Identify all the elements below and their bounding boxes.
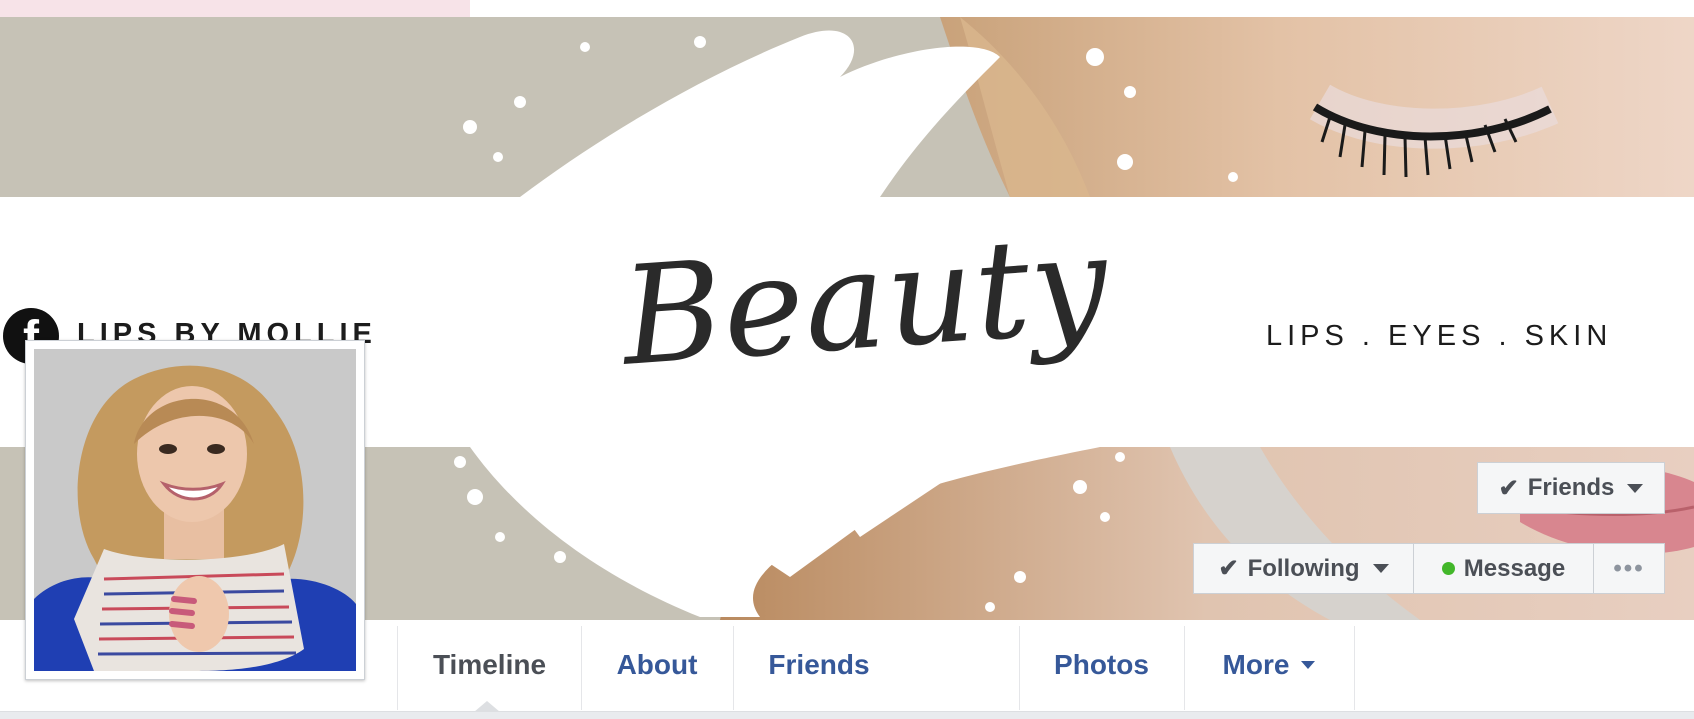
tab-friends[interactable]: Friends: [734, 620, 904, 710]
check-icon: ✔: [1218, 555, 1239, 582]
friends-button-label: Friends: [1527, 474, 1615, 501]
chevron-down-icon: [1301, 661, 1316, 669]
tab-friends-label: Friends: [768, 649, 870, 680]
tab-about[interactable]: About: [582, 620, 732, 710]
tab-photos-label: Photos: [1054, 649, 1149, 680]
tab-more[interactable]: More: [1185, 620, 1353, 710]
top-strip: [0, 0, 470, 17]
chevron-down-icon: [1627, 483, 1644, 493]
tab-more-label: More: [1222, 649, 1290, 680]
cover-tagline: LIPS . EYES . SKIN: [1266, 320, 1613, 352]
message-button-label: Message: [1463, 554, 1566, 582]
cover-title: Beauty: [617, 205, 1114, 397]
tab-about-label: About: [616, 649, 698, 680]
tab-divider: [1354, 626, 1355, 710]
tab-timeline[interactable]: Timeline: [398, 620, 581, 710]
chevron-down-icon: [1372, 564, 1389, 573]
ellipsis-icon: •••: [1613, 554, 1645, 582]
online-dot-icon: [1441, 562, 1455, 575]
profile-photo: [34, 349, 356, 671]
tab-photos[interactable]: Photos: [1020, 620, 1183, 710]
more-options-button[interactable]: •••: [1593, 543, 1665, 594]
following-button[interactable]: ✔ Following: [1193, 543, 1413, 594]
profile-picture[interactable]: [25, 340, 365, 680]
check-icon: ✔: [1498, 474, 1519, 502]
active-tab-indicator: [474, 701, 500, 712]
message-button[interactable]: Message: [1413, 543, 1593, 594]
friends-button[interactable]: ✔ Friends: [1477, 462, 1665, 514]
tab-timeline-label: Timeline: [432, 649, 547, 680]
following-button-label: Following: [1247, 554, 1360, 582]
